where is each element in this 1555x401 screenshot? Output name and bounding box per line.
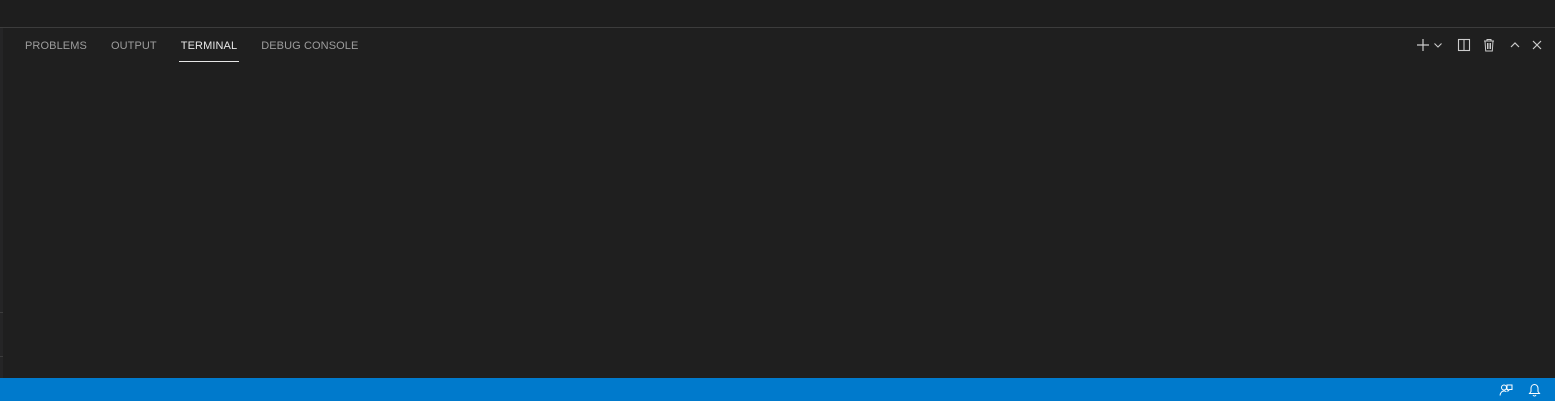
plus-icon [1417,39,1429,51]
bell-icon [1528,383,1540,397]
chevron-down-icon [1434,43,1442,48]
close-panel-button[interactable] [1529,35,1545,55]
status-bar-right [1495,378,1543,401]
bottom-panel: PROBLEMS OUTPUT TERMINAL DEBUG CONSOLE [3,28,1555,378]
chevron-up-icon [1510,42,1520,48]
feedback-button[interactable] [1495,378,1517,401]
split-icon [1457,38,1471,52]
panel-actions [1414,35,1545,55]
maximize-panel-button[interactable] [1507,35,1523,55]
new-terminal-button[interactable] [1414,35,1432,55]
tab-output[interactable]: OUTPUT [111,28,157,62]
tab-problems[interactable]: PROBLEMS [25,28,87,62]
vscode-window: PROBLEMS OUTPUT TERMINAL DEBUG CONSOLE [0,0,1555,401]
tab-debug-console[interactable]: DEBUG CONSOLE [261,28,358,62]
tab-terminal[interactable]: TERMINAL [178,28,240,62]
kill-terminal-button[interactable] [1481,35,1497,55]
trash-icon [1484,39,1494,52]
terminal-area[interactable] [3,62,1555,378]
panel-tabs: PROBLEMS OUTPUT TERMINAL DEBUG CONSOLE [25,28,382,62]
status-bar [0,378,1555,401]
split-terminal-button[interactable] [1456,35,1472,55]
feedback-icon [1499,384,1513,396]
notifications-button[interactable] [1525,378,1543,401]
launch-profile-button[interactable] [1432,35,1444,55]
editor-area[interactable] [0,0,1555,27]
close-icon [1532,40,1542,50]
